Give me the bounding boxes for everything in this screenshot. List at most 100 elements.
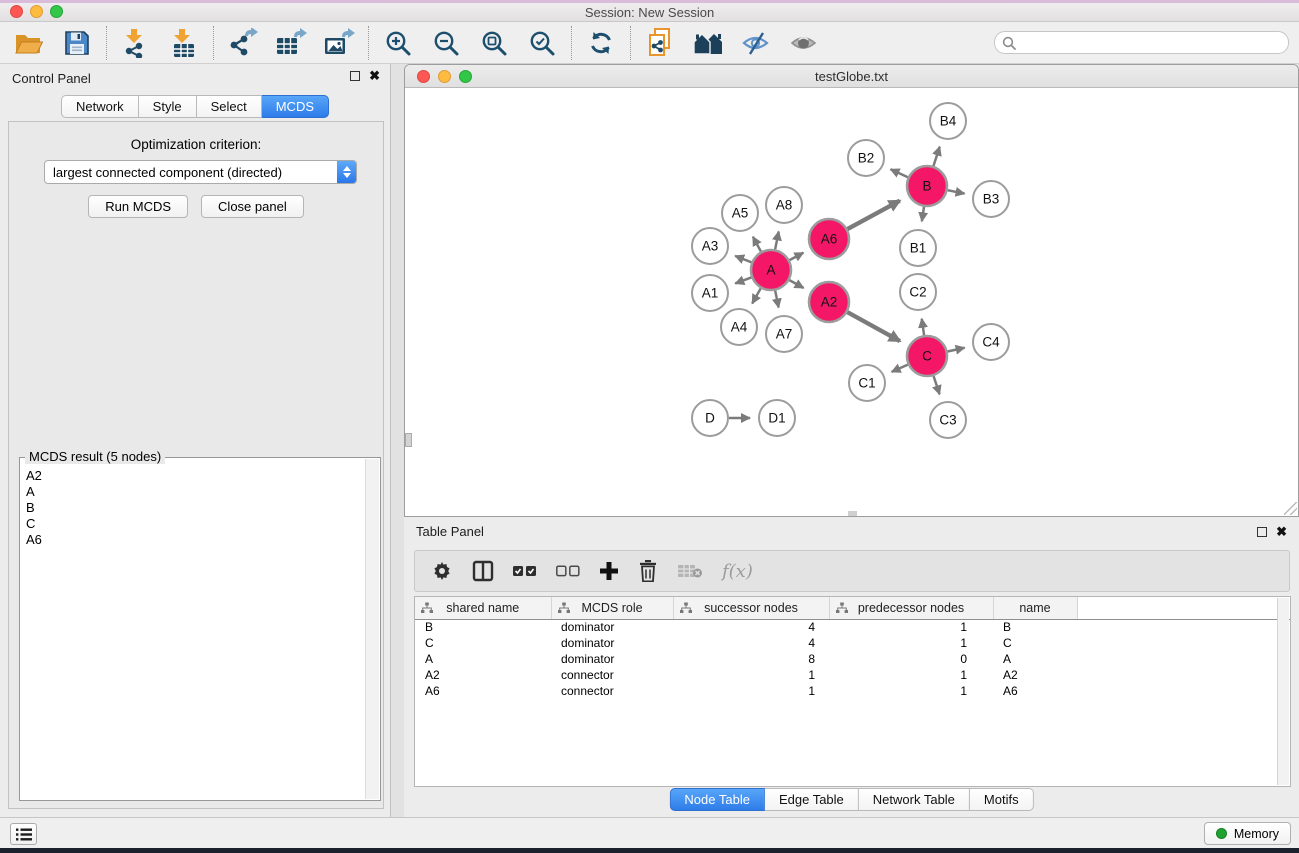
column-header-successor-nodes[interactable]: successor nodes bbox=[673, 597, 829, 619]
table-row[interactable]: A6connector11A6 bbox=[415, 683, 1291, 699]
graph-edge-A-A3[interactable] bbox=[735, 256, 751, 262]
graph-node-B1[interactable]: B1 bbox=[900, 230, 936, 266]
search-field[interactable] bbox=[994, 31, 1289, 54]
gear-icon[interactable] bbox=[431, 560, 453, 582]
open-session-icon[interactable] bbox=[13, 27, 45, 59]
graph-node-C1[interactable]: C1 bbox=[849, 365, 885, 401]
graph-node-C4[interactable]: C4 bbox=[973, 324, 1009, 360]
minimize-window-button[interactable] bbox=[30, 5, 43, 18]
close-window-button[interactable] bbox=[10, 5, 23, 18]
memory-button[interactable]: Memory bbox=[1204, 822, 1291, 845]
table-row[interactable]: Cdominator41C bbox=[415, 635, 1291, 651]
float-panel-icon[interactable] bbox=[350, 71, 360, 81]
tab-edge-table[interactable]: Edge Table bbox=[765, 788, 859, 811]
graph-edge-A2-C[interactable] bbox=[847, 312, 899, 341]
graph-node-D1[interactable]: D1 bbox=[759, 400, 795, 436]
column-header-predecessor-nodes[interactable]: predecessor nodes bbox=[829, 597, 993, 619]
add-column-icon[interactable] bbox=[599, 561, 619, 581]
mcds-result-item[interactable]: A bbox=[22, 484, 364, 500]
graph-node-B4[interactable]: B4 bbox=[930, 103, 966, 139]
export-image-icon[interactable] bbox=[323, 27, 355, 59]
run-mcds-button[interactable]: Run MCDS bbox=[88, 195, 188, 218]
graph-edge-A-A6[interactable] bbox=[790, 253, 804, 260]
graph-node-C3[interactable]: C3 bbox=[930, 402, 966, 438]
graph-node-A3[interactable]: A3 bbox=[692, 228, 728, 264]
graph-edge-C-C2[interactable] bbox=[922, 319, 924, 335]
table-scrollbar[interactable] bbox=[1277, 598, 1289, 785]
graph-edge-A6-B[interactable] bbox=[847, 201, 899, 229]
node-table-grid[interactable]: shared nameMCDS rolesuccessor nodesprede… bbox=[415, 597, 1291, 699]
graph-edge-C-C1[interactable] bbox=[892, 365, 908, 372]
hide-selected-icon[interactable] bbox=[740, 27, 772, 59]
select-all-icon[interactable] bbox=[513, 565, 537, 577]
graph-edge-A-A1[interactable] bbox=[735, 277, 751, 283]
close-table-panel-icon[interactable]: ✖ bbox=[1276, 526, 1287, 538]
window-resize-grip[interactable] bbox=[1284, 502, 1297, 515]
close-panel-button[interactable]: Close panel bbox=[201, 195, 304, 218]
graph-node-C2[interactable]: C2 bbox=[900, 274, 936, 310]
minimize-network-window-button[interactable] bbox=[438, 70, 451, 83]
import-network-icon[interactable] bbox=[120, 27, 152, 59]
graph-node-B3[interactable]: B3 bbox=[973, 181, 1009, 217]
graph-edge-B-B3[interactable] bbox=[948, 190, 965, 193]
close-network-window-button[interactable] bbox=[417, 70, 430, 83]
canvas-splitter-handle[interactable] bbox=[405, 433, 412, 447]
save-session-icon[interactable] bbox=[61, 27, 93, 59]
graph-node-A7[interactable]: A7 bbox=[766, 316, 802, 352]
zoom-window-button[interactable] bbox=[50, 5, 63, 18]
graph-node-D[interactable]: D bbox=[692, 400, 728, 436]
graph-node-A2[interactable]: A2 bbox=[809, 282, 849, 322]
graph-edge-A-A2[interactable] bbox=[789, 280, 803, 288]
graph-edge-A-A5[interactable] bbox=[753, 237, 761, 252]
export-table-icon[interactable] bbox=[275, 27, 307, 59]
graph-edge-A-A8[interactable] bbox=[775, 231, 779, 249]
graph-edge-B-B4[interactable] bbox=[933, 147, 939, 166]
table-row[interactable]: Adominator80A bbox=[415, 651, 1291, 667]
column-view-icon[interactable] bbox=[472, 560, 494, 582]
graph-node-A5[interactable]: A5 bbox=[722, 195, 758, 231]
mcds-result-scrollbar[interactable] bbox=[365, 459, 379, 799]
column-header-MCDS-role[interactable]: MCDS role bbox=[551, 597, 673, 619]
network-window-title-bar[interactable]: testGlobe.txt bbox=[405, 65, 1298, 88]
graph-node-B[interactable]: B bbox=[907, 166, 947, 206]
delete-column-icon[interactable] bbox=[638, 560, 658, 582]
tab-node-table[interactable]: Node Table bbox=[669, 788, 765, 811]
table-row[interactable]: Bdominator41B bbox=[415, 619, 1291, 635]
task-history-button[interactable] bbox=[10, 823, 37, 845]
mcds-result-item[interactable]: A2 bbox=[22, 468, 364, 484]
deselect-all-icon[interactable] bbox=[556, 565, 580, 577]
zoom-out-icon[interactable] bbox=[430, 27, 462, 59]
duplicate-network-icon[interactable] bbox=[644, 27, 676, 59]
tab-style[interactable]: Style bbox=[139, 95, 197, 118]
tab-select[interactable]: Select bbox=[197, 95, 262, 118]
graph-edge-C-C3[interactable] bbox=[934, 376, 940, 394]
graph-node-A1[interactable]: A1 bbox=[692, 275, 728, 311]
mcds-result-item[interactable]: B bbox=[22, 500, 364, 516]
graph-edge-C-C4[interactable] bbox=[948, 348, 965, 352]
tab-mcds[interactable]: MCDS bbox=[262, 95, 329, 118]
home-view-icon[interactable] bbox=[692, 27, 724, 59]
graph-node-A8[interactable]: A8 bbox=[766, 187, 802, 223]
search-input[interactable] bbox=[1020, 34, 1288, 52]
refresh-icon[interactable] bbox=[585, 27, 617, 59]
tab-network-table[interactable]: Network Table bbox=[859, 788, 970, 811]
graph-edge-B-B2[interactable] bbox=[891, 169, 908, 177]
graph-node-A[interactable]: A bbox=[751, 250, 791, 290]
graph-node-A4[interactable]: A4 bbox=[721, 309, 757, 345]
canvas-hscroll-stub[interactable] bbox=[848, 511, 857, 516]
mcds-result-item[interactable]: A6 bbox=[22, 532, 364, 548]
function-builder-icon[interactable]: f(x) bbox=[722, 561, 753, 582]
zoom-network-window-button[interactable] bbox=[459, 70, 472, 83]
zoom-fit-icon[interactable] bbox=[478, 27, 510, 59]
delete-table-icon[interactable] bbox=[677, 563, 703, 579]
table-row[interactable]: A2connector11A2 bbox=[415, 667, 1291, 683]
graph-edge-A-A7[interactable] bbox=[775, 291, 778, 308]
tab-network[interactable]: Network bbox=[61, 95, 139, 118]
column-header-shared-name[interactable]: shared name bbox=[415, 597, 551, 619]
close-panel-icon[interactable]: ✖ bbox=[369, 70, 380, 82]
mcds-result-item[interactable]: C bbox=[22, 516, 364, 532]
network-graph[interactable]: AA2A6BCA1A3A4A5A7A8B1B2B3B4C1C2C3C4DD1 bbox=[405, 88, 1298, 516]
column-header-name[interactable]: name bbox=[993, 597, 1077, 619]
tab-motifs[interactable]: Motifs bbox=[970, 788, 1034, 811]
network-canvas[interactable]: AA2A6BCA1A3A4A5A7A8B1B2B3B4C1C2C3C4DD1 bbox=[405, 88, 1298, 516]
